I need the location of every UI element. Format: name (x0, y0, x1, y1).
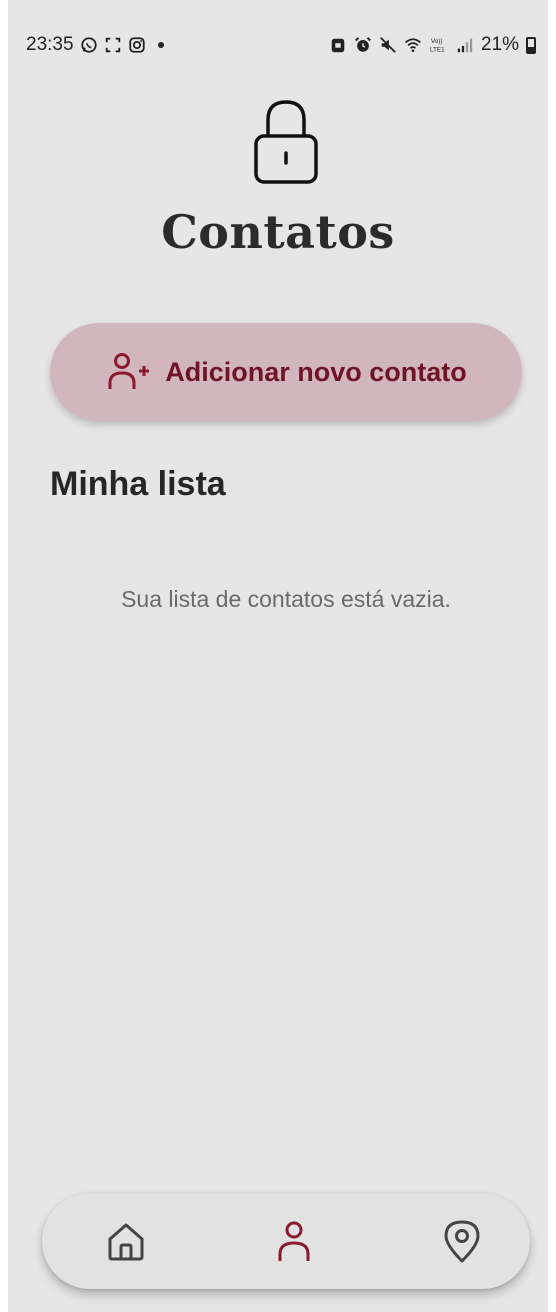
list-title: Minha lista (50, 465, 226, 503)
status-time: 23:35 (26, 34, 74, 55)
bottom-nav (42, 1193, 530, 1289)
svg-text:Vo)): Vo)) (431, 38, 443, 45)
screenshot-icon (105, 37, 120, 53)
nav-item-location[interactable] (438, 1217, 486, 1265)
battery-percent: 21% (480, 34, 519, 55)
empty-list-message: Sua lista de contatos está vazia. (121, 586, 451, 612)
battery-icon (526, 36, 536, 54)
svg-text:LTE1: LTE1 (430, 46, 445, 53)
notification-dot (157, 42, 164, 48)
instagram-icon (128, 37, 145, 53)
signal-icon (457, 38, 473, 53)
wifi-icon (405, 38, 421, 53)
app-screen: 23:35 Vo)) LTE1 21% Contatos Adicionar n… (8, 0, 548, 1312)
person-add-icon (108, 353, 150, 389)
lock-icon (254, 100, 318, 184)
nav-item-home[interactable] (102, 1217, 150, 1265)
status-bar: 23:35 Vo)) LTE1 21% (8, 0, 548, 90)
home-icon (108, 1223, 144, 1261)
add-contact-label: Adicionar novo contato (165, 356, 467, 387)
add-contact-button[interactable]: Adicionar novo contato (50, 323, 522, 421)
mute-icon (380, 37, 396, 53)
person-icon (278, 1221, 310, 1261)
lock-badge-icon (331, 38, 345, 53)
nav-item-contacts[interactable] (270, 1217, 318, 1265)
status-bar-right: Vo)) LTE1 21% (329, 35, 536, 55)
location-pin-icon (444, 1220, 480, 1263)
whatsapp-icon (80, 37, 97, 53)
page-title: Contatos (161, 205, 395, 259)
status-bar-left: 23:35 (26, 35, 164, 55)
volte-icon: Vo)) LTE1 (430, 38, 445, 53)
alarm-icon (355, 37, 371, 52)
